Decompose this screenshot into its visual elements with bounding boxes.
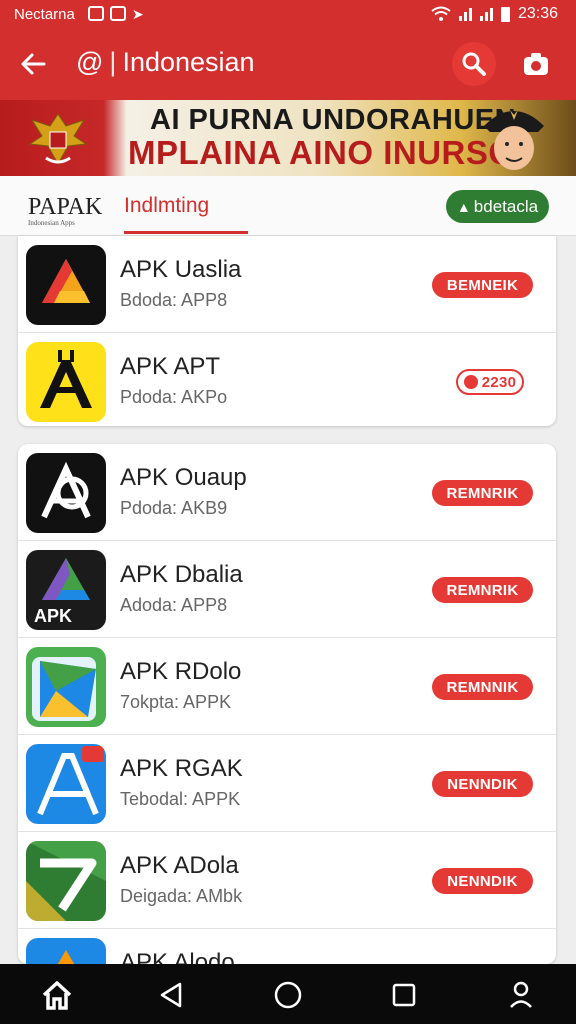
download-button[interactable]: NENNDIK — [432, 771, 533, 797]
list-item[interactable]: APK Uaslia Bdoda: APP8 BEMNEIK — [18, 236, 556, 333]
twitter-icon: ➤ — [132, 6, 144, 22]
list-item[interactable]: APK RDolo 7okpta: APPK REMNNIK — [18, 638, 556, 735]
profile-icon — [510, 981, 532, 1008]
svg-text:APK: APK — [34, 606, 72, 626]
apk-triangle-icon: APK — [26, 550, 106, 630]
status-bar: Nectarna ➤ 23:36 — [0, 0, 576, 30]
app-list-card: APK Ouaup Pdoda: AKB9 REMNRIK APK APK Db… — [18, 444, 556, 964]
home-icon — [42, 981, 72, 1010]
app-bar: @ | Indonesian — [0, 30, 576, 100]
app-name: APK RGAK — [120, 755, 243, 782]
orange-triangle-icon — [26, 938, 106, 964]
brand-logo-subtext: Indonesian Apps — [28, 219, 75, 227]
app-subtitle: Adoda: APP8 — [120, 595, 228, 615]
page-title: @ | Indonesian — [76, 47, 255, 78]
app-name: APK Alodo — [120, 949, 235, 964]
list-item[interactable]: APK APK Dbalia Adoda: APP8 REMNRIK — [18, 541, 556, 638]
mascot-figure-icon — [484, 110, 544, 170]
title-separator: | — [109, 47, 117, 77]
app-subtitle: Pdoda: AKB9 — [120, 498, 228, 518]
green-seven-icon — [26, 841, 106, 921]
brand-logo[interactable]: PAPAK Indonesian Apps — [28, 194, 102, 227]
list-item[interactable]: APK Ouaup Pdoda: AKB9 REMNRIK — [18, 444, 556, 541]
notification-icons: ➤ — [88, 6, 144, 22]
promo-banner[interactable]: AI PURNA UNDORAHUEN MPLAINA AINO INURSO — [0, 100, 576, 176]
app-subtitle: Tebodal: APPK — [120, 789, 241, 809]
wifi-icon — [431, 6, 451, 21]
blue-a-logo-icon — [26, 744, 106, 824]
clock: 23:36 — [517, 5, 558, 22]
app-subtitle: Bdoda: APP8 — [120, 290, 228, 310]
app-name: APK Ouaup — [120, 464, 247, 491]
download-button[interactable]: REMNRIK — [432, 577, 533, 603]
list-item[interactable]: APK RGAK Tebodal: APPK NENNDIK — [18, 735, 556, 832]
drive-triangle-icon — [26, 245, 106, 325]
record-icon — [463, 375, 478, 389]
app-name: APK Uaslia — [120, 256, 242, 283]
at-icon: @ — [76, 47, 104, 77]
list-item[interactable]: APK APT Pdoda: AKPo 2230 — [18, 333, 556, 426]
navigation-bar — [0, 964, 576, 1024]
brand-logo-text: PAPAK — [28, 194, 103, 220]
app-name: APK ADola — [120, 852, 239, 879]
play-triangle-icon — [26, 647, 106, 727]
tab-indicator — [124, 231, 248, 234]
list-item[interactable]: APK Alodo — [18, 929, 556, 964]
app-subtitle: 7okpta: APPK — [120, 692, 232, 712]
home-nav-button[interactable] — [271, 978, 305, 1012]
title-text: Indonesian — [122, 47, 255, 77]
download-count: 2230 — [481, 373, 517, 391]
back-arrow-icon[interactable] — [18, 48, 50, 80]
camera-icon — [524, 53, 548, 75]
search-button[interactable] — [452, 42, 496, 86]
download-button[interactable]: REMNRIK — [432, 480, 533, 506]
carrier-label: Nectarna — [14, 6, 75, 23]
notification-icon — [88, 6, 104, 21]
circle-home-icon — [274, 981, 302, 1009]
app-subtitle: Deigada: AMbk — [120, 886, 243, 906]
list-item[interactable]: APK ADola Deigada: AMbk NENNDIK — [18, 832, 556, 929]
camera-button[interactable] — [516, 44, 556, 84]
triangle-back-icon — [160, 982, 182, 1008]
search-icon — [462, 52, 486, 76]
black-a-logo-icon — [26, 453, 106, 533]
app-subtitle: Pdoda: AKPo — [120, 387, 228, 407]
download-button[interactable]: BEMNEIK — [432, 272, 533, 298]
signal-icon — [479, 7, 493, 21]
triangle-up-icon: ▲ — [456, 198, 471, 215]
app-name: APK RDolo — [120, 658, 242, 685]
download-button[interactable]: NENNDIK — [432, 868, 533, 894]
app-name: APK Dbalia — [120, 561, 243, 588]
recents-button[interactable] — [387, 978, 421, 1012]
app-list-card: APK Uaslia Bdoda: APP8 BEMNEIK APK APT P… — [18, 236, 556, 426]
download-button[interactable]: 2230 — [456, 369, 524, 395]
banner-subheadline: MPLAINA AINO INURSO — [128, 134, 515, 171]
yellow-tool-icon — [26, 342, 106, 422]
square-recents-icon — [392, 983, 416, 1007]
signal-icon — [458, 7, 472, 21]
notification-icon — [110, 6, 126, 21]
app-name: APK APT — [120, 353, 221, 380]
filter-chip-label: bdetacla — [473, 196, 539, 216]
filter-chip[interactable]: ▲ bdetacla — [446, 190, 549, 223]
tab-active[interactable]: Indlmting — [124, 194, 209, 218]
battery-icon — [500, 6, 510, 22]
profile-button[interactable] — [504, 978, 538, 1012]
garuda-emblem-icon — [28, 113, 88, 166]
download-button[interactable]: REMNNIK — [432, 674, 533, 700]
banner-headline: AI PURNA UNDORAHUEN — [150, 104, 517, 136]
home-button[interactable] — [40, 978, 74, 1012]
back-nav-button[interactable] — [154, 978, 188, 1012]
